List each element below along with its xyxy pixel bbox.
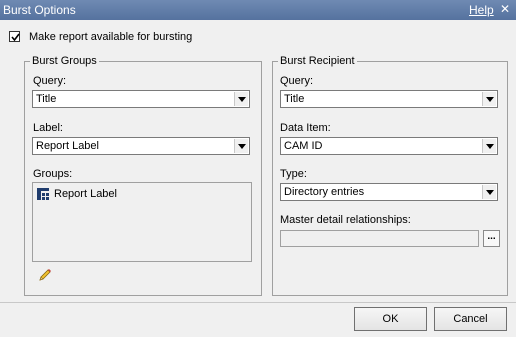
burst-groups-legend: Burst Groups [30,55,99,67]
type-select[interactable]: Directory entries [280,183,498,201]
pencil-icon[interactable] [37,267,53,283]
groups-list-label: Groups: [33,168,73,180]
cancel-button[interactable]: Cancel [434,307,507,331]
data-item-icon [37,188,49,200]
type-value: Directory entries [284,186,365,198]
data-item-value: CAM ID [284,140,323,152]
recipient-query-label: Query: [280,75,314,87]
title-bar: Burst Options Help ✕ [0,0,516,20]
groups-query-select[interactable]: Title [32,90,250,108]
data-item-select[interactable]: CAM ID [280,137,498,155]
chevron-down-icon[interactable] [482,185,496,199]
close-icon[interactable]: ✕ [497,2,513,17]
groups-list[interactable]: Report Label [32,182,252,262]
chevron-down-icon[interactable] [482,92,496,106]
type-label: Type: [280,168,307,180]
bursting-checkbox-label: Make report available for bursting [29,31,193,43]
checkmark-icon [11,33,20,42]
groups-query-label: Query: [33,75,67,87]
footer-separator [0,302,516,303]
master-detail-browse-button[interactable]: ... [483,230,500,247]
recipient-query-select[interactable]: Title [280,90,498,108]
chevron-down-icon[interactable] [482,139,496,153]
groups-label-label: Label: [33,122,63,134]
data-item-label: Data Item: [280,122,331,134]
groups-query-value: Title [36,93,57,105]
ok-button[interactable]: OK [354,307,427,331]
burst-recipient-legend: Burst Recipient [278,55,357,67]
master-detail-label: Master detail relationships: [280,214,411,226]
groups-label-value: Report Label [36,140,99,152]
help-link[interactable]: Help [469,3,494,17]
recipient-query-value: Title [284,93,305,105]
chevron-down-icon[interactable] [234,92,248,106]
chevron-down-icon[interactable] [234,139,248,153]
list-item-label: Report Label [54,188,117,200]
bursting-checkbox[interactable] [9,31,20,42]
master-detail-field [280,230,479,247]
groups-label-select[interactable]: Report Label [32,137,250,155]
dialog-title: Burst Options [3,3,76,17]
